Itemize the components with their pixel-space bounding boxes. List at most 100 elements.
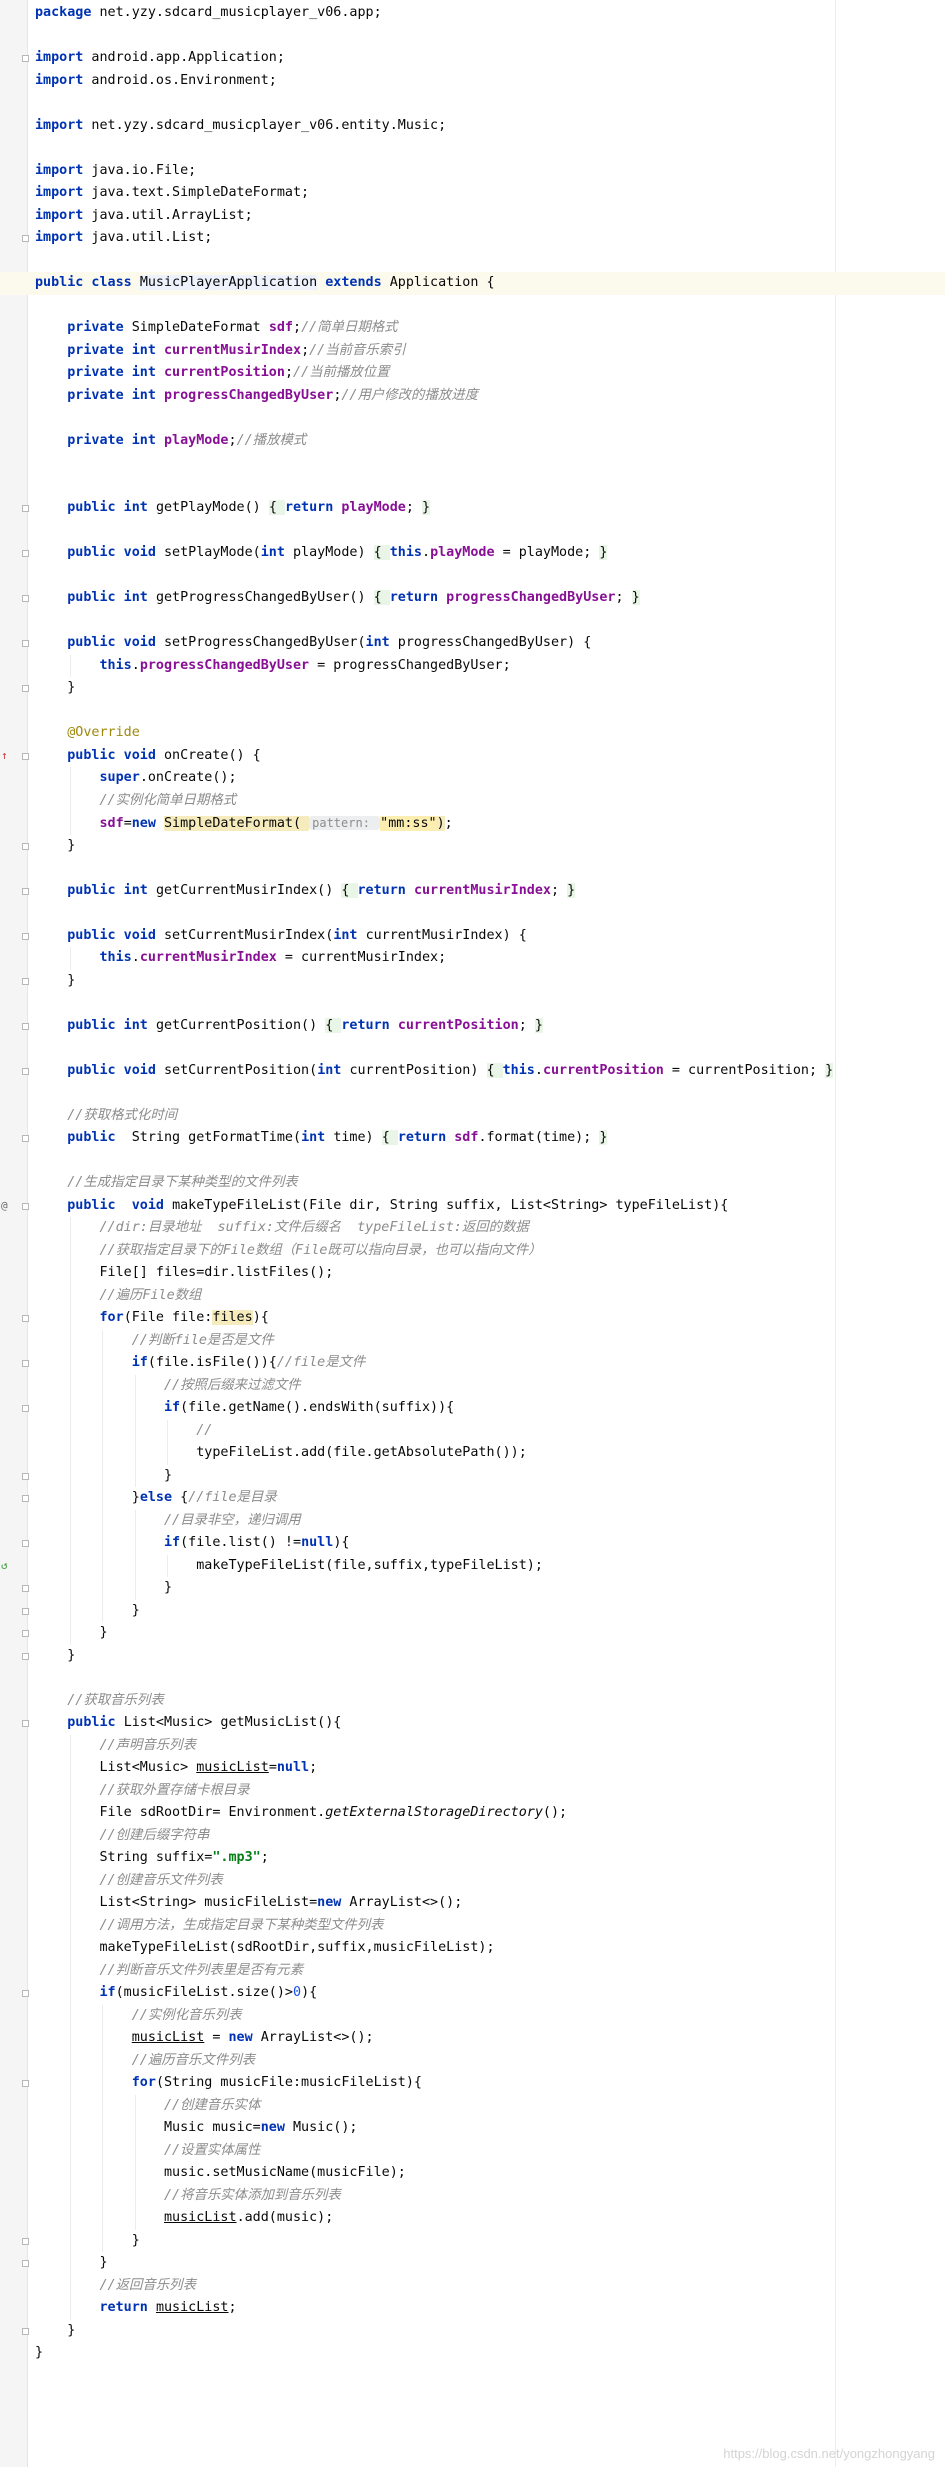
fold-toggle-icon[interactable] bbox=[22, 1607, 29, 1615]
fold-toggle-icon[interactable] bbox=[22, 1315, 29, 1322]
code-line[interactable]: String suffix=".mp3"; bbox=[0, 1847, 945, 1870]
fold-toggle-icon[interactable] bbox=[22, 932, 29, 940]
fold-toggle-icon[interactable] bbox=[22, 1360, 29, 1367]
fold-toggle-icon[interactable] bbox=[22, 1067, 29, 1075]
annotation-at-icon[interactable]: @ bbox=[1, 1195, 8, 1218]
code-line[interactable]: public int getCurrentMusirIndex() { retu… bbox=[0, 880, 945, 903]
code-line[interactable]: public void setCurrentPosition(int curre… bbox=[0, 1060, 945, 1083]
code-line[interactable]: if(file.list() !=null){ bbox=[0, 1532, 945, 1555]
fold-toggle-icon[interactable] bbox=[22, 842, 29, 850]
fold-toggle-icon[interactable] bbox=[22, 1495, 29, 1502]
code-line[interactable]: //设置实体属性 bbox=[0, 2140, 945, 2163]
fold-toggle-icon[interactable] bbox=[22, 1652, 29, 1660]
code-line[interactable]: // bbox=[0, 1420, 945, 1443]
code-line[interactable]: this.progressChangedByUser = progressCha… bbox=[0, 655, 945, 678]
code-line[interactable]: ↑ public void onCreate() { bbox=[0, 745, 945, 768]
code-line[interactable]: //调用方法，生成指定目录下某种类型文件列表 bbox=[0, 1915, 945, 1938]
fold-toggle-icon[interactable] bbox=[22, 1630, 29, 1637]
code-line[interactable]: } bbox=[0, 677, 945, 700]
code-line[interactable] bbox=[0, 992, 945, 1015]
fold-toggle-icon[interactable] bbox=[22, 752, 29, 760]
code-line[interactable]: public int getProgressChangedByUser() { … bbox=[0, 587, 945, 610]
code-line[interactable]: //返回音乐列表 bbox=[0, 2275, 945, 2298]
code-line[interactable] bbox=[0, 25, 945, 48]
code-line[interactable]: } bbox=[0, 1600, 945, 1623]
code-line[interactable]: //获取外置存储卡根目录 bbox=[0, 1780, 945, 1803]
fold-toggle-icon[interactable] bbox=[22, 2327, 29, 2335]
code-line[interactable]: List<String> musicFileList=new ArrayList… bbox=[0, 1892, 945, 1915]
code-line[interactable]: @Override bbox=[0, 722, 945, 745]
code-line[interactable]: @ public void makeTypeFileList(File dir,… bbox=[0, 1195, 945, 1218]
code-line[interactable]: import java.util.List; bbox=[0, 227, 945, 250]
code-line[interactable]: } bbox=[0, 2230, 945, 2253]
code-line[interactable]: //生成指定目录下某种类型的文件列表 bbox=[0, 1172, 945, 1195]
code-line[interactable]: import java.util.ArrayList; bbox=[0, 205, 945, 228]
code-line[interactable]: sdf=new SimpleDateFormat( pattern: "mm:s… bbox=[0, 812, 945, 835]
fold-toggle-icon[interactable] bbox=[22, 595, 29, 602]
code-line[interactable] bbox=[0, 92, 945, 115]
fold-toggle-icon[interactable] bbox=[22, 685, 29, 692]
fold-toggle-icon[interactable] bbox=[22, 887, 29, 895]
fold-toggle-icon[interactable] bbox=[22, 1202, 29, 1210]
code-line[interactable]: return musicList; bbox=[0, 2297, 945, 2320]
code-line[interactable]: //遍历File数组 bbox=[0, 1285, 945, 1308]
code-line[interactable]: } bbox=[0, 1622, 945, 1645]
code-line[interactable] bbox=[0, 250, 945, 273]
fold-toggle-icon[interactable] bbox=[22, 505, 29, 512]
code-line[interactable] bbox=[0, 857, 945, 880]
code-line[interactable]: File[] files=dir.listFiles(); bbox=[0, 1262, 945, 1285]
fold-toggle-icon[interactable] bbox=[22, 1990, 29, 1997]
code-line[interactable]: //目录非空，递归调用 bbox=[0, 1510, 945, 1533]
fold-toggle-icon[interactable] bbox=[22, 1022, 29, 1030]
code-line[interactable]: private int playMode;//播放模式 bbox=[0, 430, 945, 453]
code-line[interactable]: //遍历音乐文件列表 bbox=[0, 2050, 945, 2073]
code-line[interactable]: public List<Music> getMusicList(){ bbox=[0, 1712, 945, 1735]
code-line[interactable]: //创建音乐文件列表 bbox=[0, 1870, 945, 1893]
code-line[interactable]: this.currentMusirIndex = currentMusirInd… bbox=[0, 947, 945, 970]
code-line[interactable]: } bbox=[0, 2252, 945, 2275]
code-line[interactable] bbox=[0, 1150, 945, 1173]
code-line[interactable]: } bbox=[0, 1577, 945, 1600]
code-line[interactable]: public String getFormatTime(int time) { … bbox=[0, 1127, 945, 1150]
code-line[interactable] bbox=[0, 1082, 945, 1105]
code-line[interactable]: } bbox=[0, 1465, 945, 1488]
code-line[interactable]: import net.yzy.sdcard_musicplayer_v06.en… bbox=[0, 115, 945, 138]
code-line[interactable]: //创建后缀字符串 bbox=[0, 1825, 945, 1848]
code-line[interactable]: } bbox=[0, 2342, 945, 2365]
code-line[interactable] bbox=[0, 452, 945, 475]
code-line[interactable]: public int getPlayMode() { return playMo… bbox=[0, 497, 945, 520]
code-line[interactable]: if(file.getName().endsWith(suffix)){ bbox=[0, 1397, 945, 1420]
code-line[interactable]: //实例化简单日期格式 bbox=[0, 790, 945, 813]
code-line[interactable]: private int currentPosition;//当前播放位置 bbox=[0, 362, 945, 385]
fold-toggle-icon[interactable] bbox=[22, 1540, 29, 1547]
code-line[interactable]: for(String musicFile:musicFileList){ bbox=[0, 2072, 945, 2095]
code-line[interactable]: //按照后缀来过滤文件 bbox=[0, 1375, 945, 1398]
code-line[interactable] bbox=[0, 137, 945, 160]
code-line[interactable]: } bbox=[0, 2320, 945, 2343]
code-line[interactable]: //获取音乐列表 bbox=[0, 1690, 945, 1713]
code-line[interactable]: public void setCurrentMusirIndex(int cur… bbox=[0, 925, 945, 948]
fold-toggle-icon[interactable] bbox=[22, 55, 29, 62]
code-line[interactable]: private SimpleDateFormat sdf;//简单日期格式 bbox=[0, 317, 945, 340]
code-line[interactable]: musicList.add(music); bbox=[0, 2207, 945, 2230]
code-line[interactable] bbox=[0, 407, 945, 430]
code-line[interactable]: import java.text.SimpleDateFormat; bbox=[0, 182, 945, 205]
code-line[interactable]: private int progressChangedByUser;//用户修改… bbox=[0, 385, 945, 408]
code-line[interactable]: public class MusicPlayerApplication exte… bbox=[0, 272, 945, 295]
code-line[interactable]: for(File file:files){ bbox=[0, 1307, 945, 1330]
fold-toggle-icon[interactable] bbox=[22, 1720, 29, 1727]
code-line[interactable] bbox=[0, 475, 945, 498]
code-line[interactable]: //判断音乐文件列表里是否有元素 bbox=[0, 1960, 945, 1983]
code-line[interactable]: //dir:目录地址 suffix:文件后缀名 typeFileList:返回的… bbox=[0, 1217, 945, 1240]
code-line[interactable] bbox=[0, 902, 945, 925]
code-line[interactable]: List<Music> musicList=null; bbox=[0, 1757, 945, 1780]
fold-toggle-icon[interactable] bbox=[22, 977, 29, 985]
override-arrow-icon[interactable]: ↑ bbox=[1, 745, 8, 768]
code-line[interactable] bbox=[0, 1037, 945, 1060]
code-line[interactable] bbox=[0, 565, 945, 588]
code-line[interactable]: } bbox=[0, 1645, 945, 1668]
code-line[interactable]: ↺ makeTypeFileList(file,suffix,typeFileL… bbox=[0, 1555, 945, 1578]
fold-toggle-icon[interactable] bbox=[22, 550, 29, 557]
code-line[interactable]: typeFileList.add(file.getAbsolutePath())… bbox=[0, 1442, 945, 1465]
code-line[interactable]: if(musicFileList.size()>0){ bbox=[0, 1982, 945, 2005]
